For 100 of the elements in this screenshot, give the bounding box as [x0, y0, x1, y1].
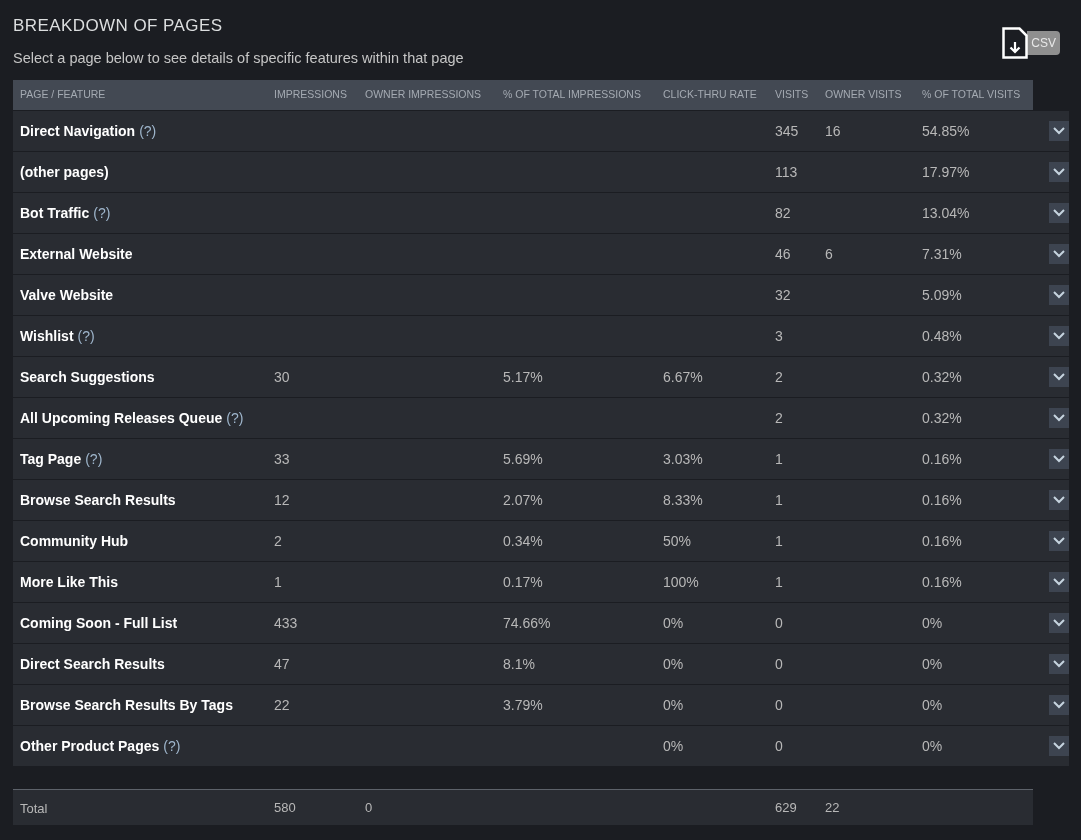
table-cell: 2	[274, 532, 282, 549]
help-link[interactable]: (?)	[226, 407, 244, 429]
page-name[interactable]: Coming Soon - Full List	[20, 612, 178, 634]
page-name[interactable]: Wishlist	[20, 325, 74, 347]
table-cell: 1	[775, 450, 783, 467]
expand-button[interactable]	[1049, 613, 1069, 633]
expand-button[interactable]	[1049, 736, 1069, 756]
expand-button[interactable]	[1049, 162, 1069, 182]
table-cell: 0.16%	[922, 573, 962, 590]
total-label: Total	[20, 800, 48, 816]
table-cell: 8.33%	[663, 491, 703, 508]
table-cell: 54.85%	[922, 122, 970, 139]
help-link[interactable]: (?)	[139, 120, 157, 142]
table-cell: 6	[825, 245, 833, 262]
expand-button[interactable]	[1049, 531, 1069, 551]
table-cell: 32	[775, 286, 791, 303]
chevron-down-icon	[1053, 578, 1065, 586]
column-header: OWNER VISITS	[824, 87, 903, 103]
chevron-down-icon	[1053, 742, 1065, 750]
table-cell: 30	[274, 368, 290, 385]
help-link[interactable]: (?)	[77, 325, 95, 347]
column-header: PAGE / FEATURE	[19, 87, 107, 103]
expand-button[interactable]	[1049, 449, 1069, 469]
table-cell: 82	[775, 204, 791, 221]
page-name[interactable]: Bot Traffic	[20, 202, 90, 224]
chevron-down-icon	[1053, 168, 1065, 176]
table-cell: 0%	[663, 614, 684, 631]
page-name[interactable]: Other Product Pages	[20, 735, 160, 757]
table-cell: 0%	[663, 737, 684, 754]
table-cell: 1	[775, 532, 783, 549]
chevron-down-icon	[1053, 537, 1065, 545]
table-cell: 0.16%	[922, 532, 962, 549]
chevron-down-icon	[1053, 455, 1065, 463]
table-cell: 0	[775, 696, 783, 713]
table-cell: 5.69%	[503, 450, 543, 467]
table-cell: 0.32%	[922, 409, 962, 426]
page-name[interactable]: (other pages)	[20, 161, 109, 183]
table-cell: 3.79%	[503, 696, 543, 713]
expand-button[interactable]	[1049, 285, 1069, 305]
page-name[interactable]: Browse Search Results	[20, 489, 176, 511]
chevron-down-icon	[1053, 291, 1065, 299]
table-cell: 0.16%	[922, 491, 962, 508]
table-cell: 8.1%	[503, 655, 535, 672]
page-name[interactable]: Direct Navigation	[20, 120, 136, 142]
page-name[interactable]: Tag Page	[20, 448, 82, 470]
table-cell: 12	[274, 491, 290, 508]
table-cell: 0.17%	[503, 573, 543, 590]
chevron-down-icon	[1053, 660, 1065, 668]
page-name[interactable]: Direct Search Results	[20, 653, 165, 675]
help-link[interactable]: (?)	[93, 202, 111, 224]
expand-button[interactable]	[1049, 695, 1069, 715]
total-cell: 580	[274, 799, 296, 815]
expand-button[interactable]	[1049, 654, 1069, 674]
expand-button[interactable]	[1049, 121, 1069, 141]
table-cell: 0.16%	[922, 450, 962, 467]
expand-button[interactable]	[1049, 367, 1069, 387]
table-cell: 0%	[922, 614, 943, 631]
table-cell: 0.48%	[922, 327, 962, 344]
table-cell: 7.31%	[922, 245, 962, 262]
page-name[interactable]: Valve Website	[20, 284, 114, 306]
section-title: BREAKDOWN OF PAGES	[13, 15, 224, 37]
total-cell: 629	[775, 799, 797, 815]
column-header: VISITS	[774, 87, 810, 103]
column-header: IMPRESSIONS	[273, 87, 348, 103]
page-name[interactable]: External Website	[20, 243, 133, 265]
column-header: OWNER IMPRESSIONS	[364, 87, 483, 103]
chevron-down-icon	[1053, 127, 1065, 135]
expand-button[interactable]	[1049, 203, 1069, 223]
table-cell: 0%	[663, 655, 684, 672]
table-cell: 433	[274, 614, 298, 631]
total-cell: 0	[365, 799, 373, 815]
page-name[interactable]: Search Suggestions	[20, 366, 155, 388]
page-name[interactable]: Browse Search Results By Tags	[20, 694, 233, 716]
column-header: CLICK-THRU RATE	[662, 87, 758, 103]
expand-button[interactable]	[1049, 572, 1069, 592]
table-cell: 33	[274, 450, 290, 467]
expand-button[interactable]	[1049, 326, 1069, 346]
table-cell: 3	[775, 327, 783, 344]
page-name[interactable]: Community Hub	[20, 530, 129, 552]
table-cell: 2	[775, 368, 783, 385]
table-cell: 1	[775, 573, 783, 590]
table-cell: 50%	[663, 532, 692, 549]
table-cell: 0	[775, 655, 783, 672]
table-cell: 5.09%	[922, 286, 962, 303]
table-cell: 22	[274, 696, 290, 713]
expand-button[interactable]	[1049, 490, 1069, 510]
page-name[interactable]: All Upcoming Releases Queue	[20, 407, 223, 429]
table-cell: 2.07%	[503, 491, 543, 508]
expand-button[interactable]	[1049, 408, 1069, 428]
page-name[interactable]: More Like This	[20, 571, 119, 593]
chevron-down-icon	[1053, 373, 1065, 381]
section-subtitle: Select a page below to see details of specific features within that page	[13, 49, 464, 68]
expand-button[interactable]	[1049, 244, 1069, 264]
table-cell: 13.04%	[922, 204, 970, 221]
help-link[interactable]: (?)	[85, 448, 103, 470]
chevron-down-icon	[1053, 414, 1065, 422]
table-cell: 0.34%	[503, 532, 543, 549]
help-link[interactable]: (?)	[163, 735, 181, 757]
table-cell: 0%	[922, 655, 943, 672]
table-cell: 47	[274, 655, 290, 672]
